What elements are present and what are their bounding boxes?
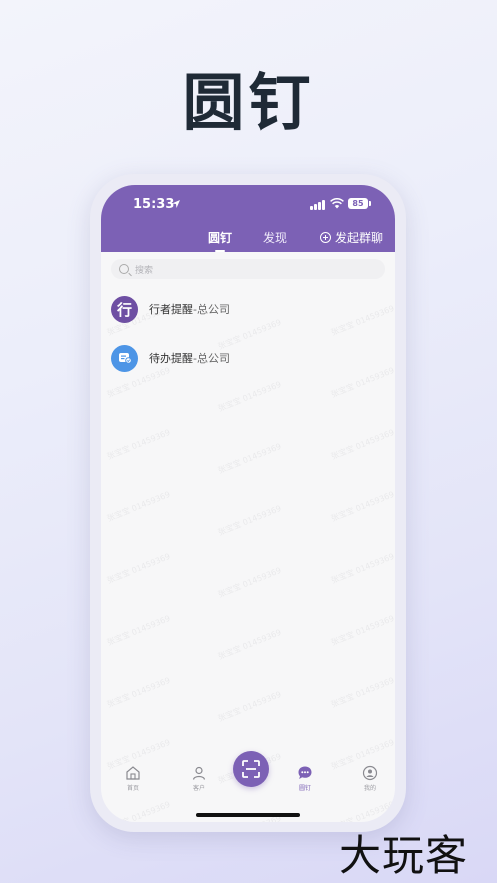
todo-icon [111, 344, 138, 372]
nav-mine[interactable]: 我的 [350, 765, 390, 792]
nav-yuanding-label: 圆钉 [298, 785, 311, 792]
watermark-text: 张宝宝 01459369 [329, 489, 395, 524]
scan-icon [242, 760, 260, 778]
search-placeholder: 搜索 [135, 265, 154, 276]
home-icon [126, 766, 140, 780]
tab-yuanding[interactable]: 圆钉 [208, 229, 232, 252]
status-time: 15:33 [133, 197, 175, 212]
brand-logo: 大玩客 [339, 831, 469, 880]
tab-discover[interactable]: 发现 [263, 229, 287, 246]
watermark-text: 张宝宝 01459369 [329, 613, 395, 648]
search-icon [119, 264, 129, 274]
chat-bubble-icon [298, 766, 312, 779]
nav-home-label: 首页 [126, 785, 139, 792]
status-bar: 15:33 85 [101, 185, 395, 225]
nav-customer-label: 客户 [192, 785, 205, 792]
nav-customer[interactable]: 客户 [179, 765, 219, 792]
search-input[interactable]: 搜索 [111, 259, 385, 279]
watermark-text: 张宝宝 01459369 [216, 503, 283, 538]
watermark-text: 张宝宝 01459369 [329, 675, 395, 710]
user-icon [362, 765, 378, 781]
nav-home[interactable]: 首页 [113, 765, 153, 792]
watermark-text: 张宝宝 01459369 [105, 613, 172, 648]
customer-icon [192, 766, 206, 780]
watermark-text: 张宝宝 01459369 [105, 427, 172, 462]
watermark-text: 张宝宝 01459369 [216, 565, 283, 600]
watermark-text: 张宝宝 01459369 [216, 689, 283, 724]
location-arrow-icon [172, 200, 180, 208]
phone-screen: 15:33 85 圆钉 发现 发起群聊 搜索 行 行者提醒-总公司 待办提醒-总… [101, 185, 395, 822]
cellular-signal-icon [310, 200, 325, 210]
battery-indicator: 85 [348, 198, 371, 209]
nav-mine-label: 我的 [363, 785, 376, 792]
watermark-text: 张宝宝 01459369 [216, 379, 283, 414]
watermark-text: 张宝宝 01459369 [216, 627, 283, 662]
watermark-text: 张宝宝 01459369 [329, 427, 395, 462]
watermark-text: 张宝宝 01459369 [216, 441, 283, 476]
header: 15:33 85 圆钉 发现 发起群聊 [101, 185, 395, 252]
start-group-chat-button[interactable]: 发起群聊 [320, 229, 383, 246]
plus-circle-icon [320, 232, 331, 243]
nav-yuanding[interactable]: 圆钉 [285, 765, 325, 792]
hero-title: 圆钉 [182, 66, 315, 139]
watermark-text: 张宝宝 01459369 [105, 489, 172, 524]
watermark-text: 张宝宝 01459369 [105, 551, 172, 586]
wifi-icon [330, 198, 344, 209]
scan-button[interactable] [233, 751, 269, 787]
list-item-title: 待办提醒-总公司 [149, 352, 230, 365]
start-group-chat-label: 发起群聊 [335, 231, 384, 245]
home-indicator [196, 813, 300, 817]
watermark-text: 张宝宝 01459369 [329, 551, 395, 586]
watermark-text: 张宝宝 01459369 [105, 675, 172, 710]
